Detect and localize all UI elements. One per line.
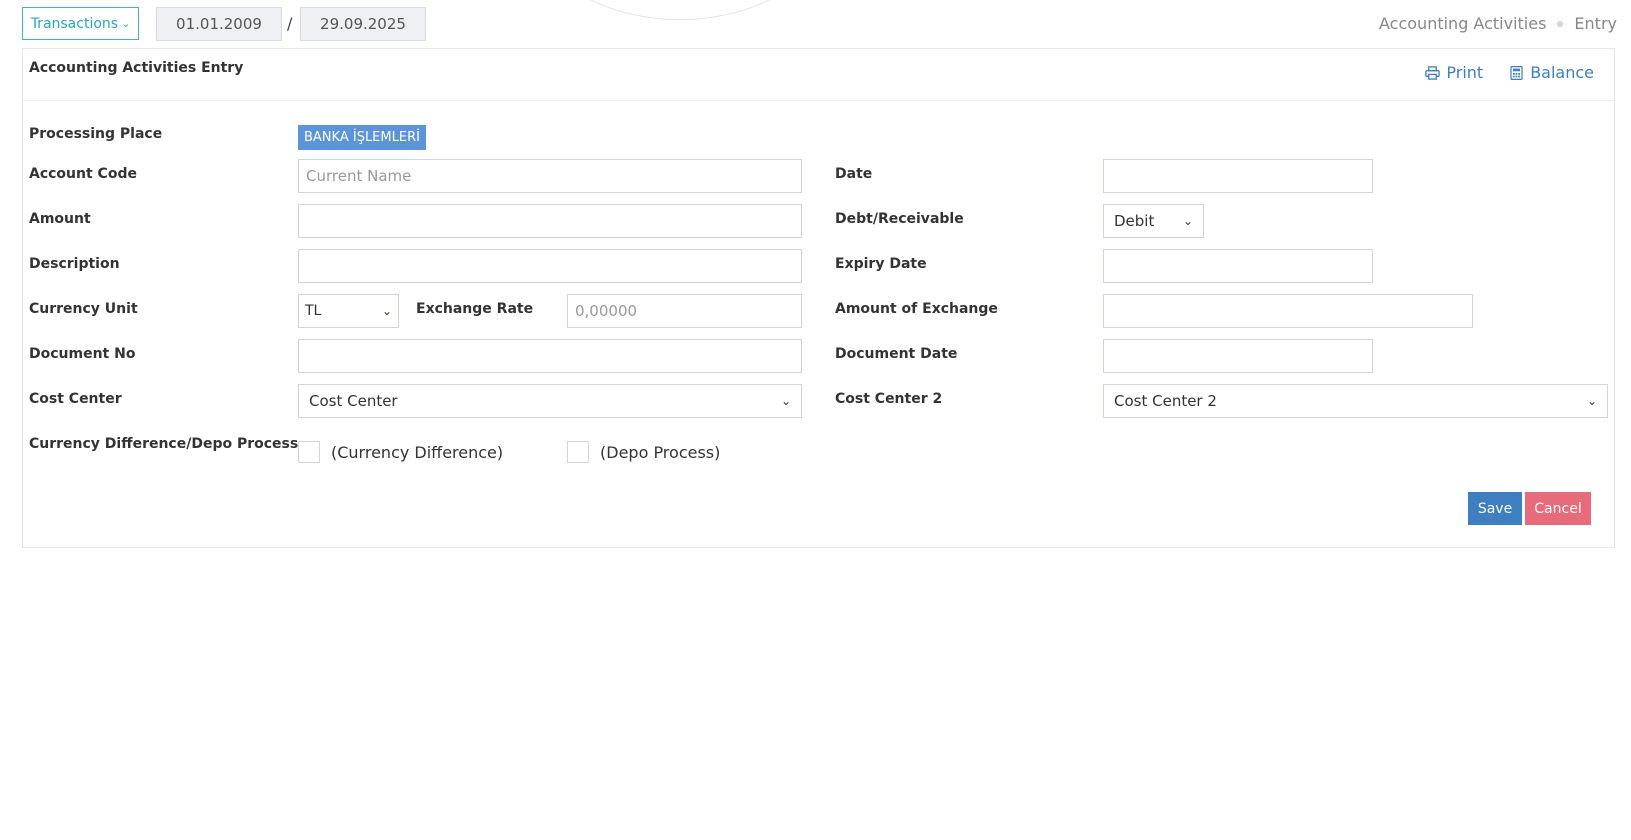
print-icon bbox=[1425, 65, 1441, 80]
amount-of-exchange-input[interactable] bbox=[1103, 294, 1473, 328]
end-date-input[interactable]: 29.09.2025 bbox=[300, 7, 426, 41]
balance-button[interactable]: Balance bbox=[1509, 63, 1594, 82]
account-code-label: Account Code bbox=[29, 166, 137, 182]
cancel-button[interactable]: Cancel bbox=[1525, 492, 1591, 525]
cost-center-value: Cost Center bbox=[309, 392, 398, 410]
date-input[interactable] bbox=[1103, 159, 1373, 193]
depo-process-checkbox[interactable] bbox=[567, 441, 589, 463]
cost-center-2-label: Cost Center 2 bbox=[835, 391, 943, 407]
currency-depo-label: Currency Difference/Depo Process bbox=[29, 436, 299, 452]
debt-receivable-value: Debit bbox=[1114, 212, 1155, 230]
print-button[interactable]: Print bbox=[1425, 63, 1483, 82]
currency-unit-select[interactable]: TL ⌄ bbox=[298, 294, 399, 328]
save-button[interactable]: Save bbox=[1468, 492, 1522, 525]
cost-center-label: Cost Center bbox=[29, 391, 122, 407]
debt-receivable-label: Debt/Receivable bbox=[835, 211, 964, 227]
breadcrumb-item-entry: Entry bbox=[1574, 14, 1617, 33]
breadcrumb-item-accounting-activities[interactable]: Accounting Activities bbox=[1379, 14, 1546, 33]
chevron-down-icon: ⌄ bbox=[121, 17, 131, 30]
cost-center-2-value: Cost Center 2 bbox=[1114, 392, 1217, 410]
exchange-rate-label: Exchange Rate bbox=[416, 301, 534, 317]
print-label: Print bbox=[1446, 63, 1484, 82]
panel-header: Accounting Activities Entry Print Balanc… bbox=[23, 49, 1614, 101]
chevron-down-icon: ⌄ bbox=[1586, 394, 1597, 408]
entry-panel: Accounting Activities Entry Print Balanc… bbox=[22, 48, 1615, 548]
document-date-input[interactable] bbox=[1103, 339, 1373, 373]
chevron-down-icon: ⌄ bbox=[780, 394, 791, 408]
chevron-down-icon: ⌄ bbox=[381, 304, 392, 318]
exchange-rate-input[interactable]: 0,00000 bbox=[567, 294, 802, 328]
breadcrumb: Accounting Activities Entry bbox=[1379, 14, 1617, 33]
amount-of-exchange-label: Amount of Exchange bbox=[835, 301, 998, 317]
amount-label: Amount bbox=[29, 211, 91, 227]
debt-receivable-select[interactable]: Debit ⌄ bbox=[1103, 204, 1204, 238]
expiry-date-input[interactable] bbox=[1103, 249, 1373, 283]
calculator-icon bbox=[1510, 65, 1523, 80]
amount-input[interactable] bbox=[298, 204, 802, 238]
breadcrumb-separator-icon bbox=[1557, 20, 1564, 27]
chevron-down-icon: ⌄ bbox=[1182, 214, 1193, 228]
currency-unit-label: Currency Unit bbox=[29, 301, 138, 317]
processing-place-label: Processing Place bbox=[29, 126, 163, 142]
date-separator: / bbox=[287, 14, 293, 33]
document-no-input[interactable] bbox=[298, 339, 802, 373]
document-date-label: Document Date bbox=[835, 346, 958, 362]
currency-difference-checkbox[interactable] bbox=[298, 441, 320, 463]
date-label: Date bbox=[835, 166, 873, 182]
start-date-input[interactable]: 01.01.2009 bbox=[156, 7, 282, 41]
description-input[interactable] bbox=[298, 249, 802, 283]
cost-center-select[interactable]: Cost Center ⌄ bbox=[298, 384, 802, 418]
currency-unit-value: TL bbox=[305, 303, 322, 319]
processing-place-badge: BANKA İŞLEMLERİ bbox=[298, 125, 426, 150]
cost-center-2-select[interactable]: Cost Center 2 ⌄ bbox=[1103, 384, 1608, 418]
transactions-label: Transactions bbox=[30, 15, 119, 32]
depo-process-label: (Depo Process) bbox=[600, 443, 721, 462]
top-bar: Transactions ⌄ 01.01.2009 / 29.09.2025 A… bbox=[0, 0, 1631, 48]
page-title: Accounting Activities Entry bbox=[29, 60, 244, 76]
description-label: Description bbox=[29, 256, 120, 272]
balance-label: Balance bbox=[1530, 63, 1594, 82]
document-no-label: Document No bbox=[29, 346, 136, 362]
transactions-dropdown-button[interactable]: Transactions ⌄ bbox=[22, 7, 139, 40]
account-code-input[interactable]: Current Name bbox=[298, 159, 802, 193]
panel-actions: Print Balance bbox=[1425, 63, 1594, 82]
expiry-date-label: Expiry Date bbox=[835, 256, 927, 272]
currency-difference-label: (Currency Difference) bbox=[331, 443, 504, 462]
